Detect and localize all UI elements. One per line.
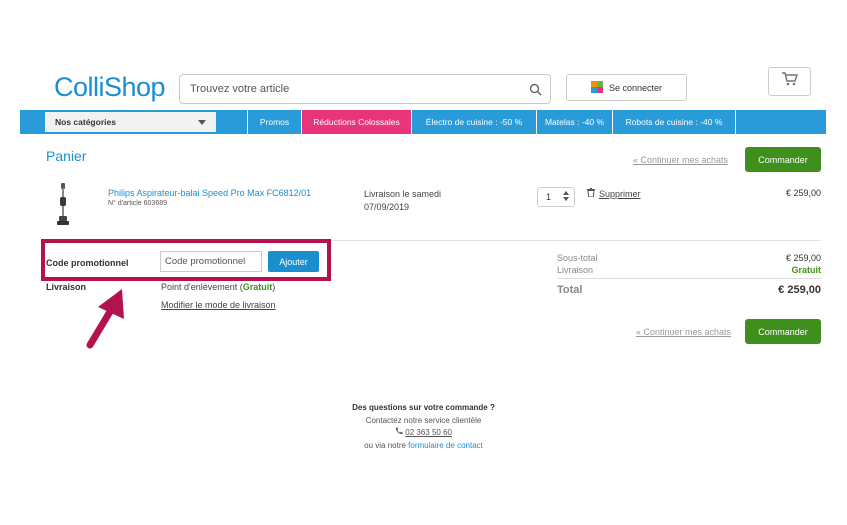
order-button-bottom[interactable]: Commander — [745, 319, 821, 344]
search-icon[interactable] — [520, 83, 550, 96]
footer-question: Des questions sur votre commande ? — [352, 403, 495, 412]
product-ref: N° d'article 603689 — [108, 200, 168, 207]
delivery-date-line2: 07/09/2019 — [364, 202, 410, 212]
trash-icon — [587, 188, 595, 199]
delivery-method: Point d'enlèvement (Gratuit) — [161, 282, 275, 292]
summary-delivery-value: Gratuit — [791, 265, 821, 275]
delivery-date-line1: Livraison le samedi — [364, 189, 442, 199]
product-image[interactable] — [56, 183, 70, 227]
cart-icon — [781, 72, 798, 91]
search-bar[interactable] — [179, 74, 551, 104]
subtotal-label: Sous-total — [557, 253, 598, 263]
product-price: € 259,00 — [785, 188, 821, 198]
nav-item-matelas[interactable]: Matelas : -40 % — [536, 110, 612, 134]
phone-link[interactable]: 02 363 50 60 — [405, 428, 452, 437]
login-logo-icon — [590, 80, 603, 95]
nav-item-electro[interactable]: Électro de cuisine : -50 % — [411, 110, 536, 134]
categories-dropdown[interactable]: Nos catégories — [45, 112, 216, 132]
arrow-annotation-icon — [80, 285, 130, 349]
delete-label: Supprimer — [599, 188, 641, 199]
delivery-method-close: ) — [272, 282, 276, 292]
nav-item-promos[interactable]: Promos — [247, 110, 301, 134]
product-name-link[interactable]: Philips Aspirateur-balai Speed Pro Max F… — [108, 188, 311, 198]
delivery-method-text: Point d'enlèvement ( — [161, 282, 243, 292]
quantity-value: 1 — [546, 192, 552, 202]
page-title: Panier — [46, 148, 87, 164]
subtotal-value: € 259,00 — [785, 253, 821, 263]
delivery-free-text: Gratuit — [242, 282, 273, 292]
footer-contact-service: Contactez notre service clientèle — [365, 415, 482, 425]
updown-arrows-icon — [563, 191, 569, 203]
footer-phone-row: 02 363 50 60 — [0, 427, 847, 440]
footer-via: ou via notre — [364, 440, 409, 450]
cart-button[interactable] — [768, 67, 811, 96]
categories-label: Nos catégories — [55, 117, 116, 127]
footer-contact-row: ou via notre formulaire de contact — [0, 440, 847, 453]
nav-item-robots[interactable]: Robots de cuisine : -40 % — [612, 110, 735, 134]
footer-help: Des questions sur votre commande ? Conta… — [0, 402, 847, 452]
continue-shopping-link-top[interactable]: « Continuer mes achats — [633, 155, 728, 165]
promo-label: Code promotionnel — [46, 258, 129, 268]
delivery-date: Livraison le samedi 07/09/2019 — [364, 188, 441, 214]
nav-menu: Promos Réductions Colossales Électro de … — [247, 110, 735, 134]
promo-code-input[interactable] — [160, 251, 262, 272]
phone-icon — [395, 427, 405, 437]
search-input[interactable] — [180, 75, 520, 103]
summary-divider — [557, 278, 821, 279]
quantity-select[interactable]: 1 — [537, 187, 575, 207]
delete-button[interactable]: Supprimer — [587, 188, 641, 199]
modify-delivery-link[interactable]: Modifier le mode de livraison — [161, 300, 276, 310]
chevron-down-icon — [198, 117, 206, 127]
total-value: € 259,00 — [778, 284, 821, 296]
collishop-logo[interactable]: ColliShop — [54, 72, 166, 103]
login-button[interactable]: Se connecter — [566, 74, 687, 101]
nav-separator — [735, 110, 736, 134]
total-label: Total — [557, 284, 583, 296]
summary-delivery-label: Livraison — [557, 265, 594, 275]
login-label: Se connecter — [608, 82, 663, 93]
order-button-top[interactable]: Commander — [745, 147, 821, 172]
nav-item-reductions[interactable]: Réductions Colossales — [301, 110, 411, 134]
add-promo-button[interactable]: Ajouter — [268, 251, 319, 272]
contact-form-link[interactable]: formulaire de contact — [408, 441, 483, 450]
continue-shopping-link-bottom[interactable]: « Continuer mes achats — [636, 327, 731, 337]
